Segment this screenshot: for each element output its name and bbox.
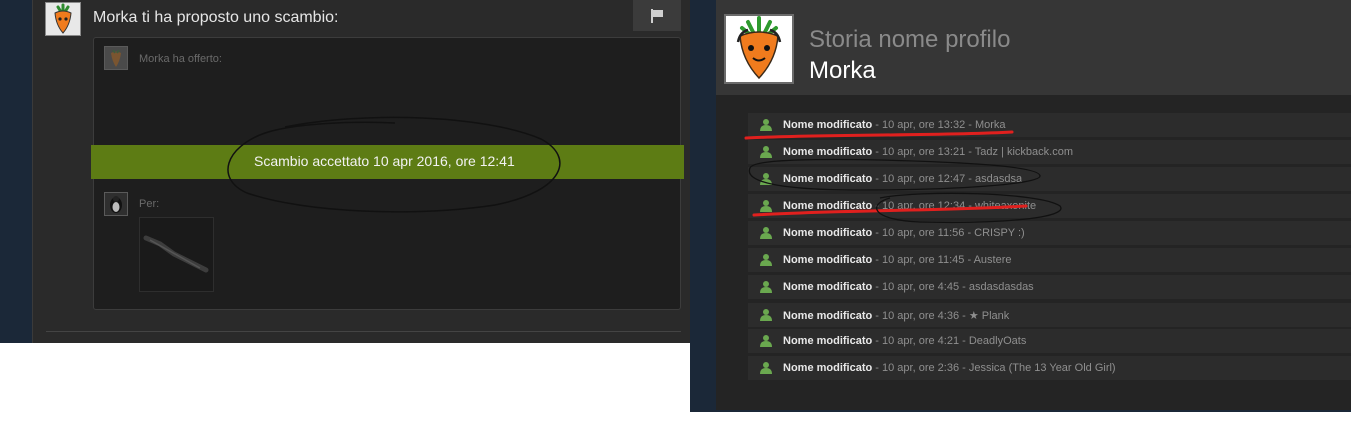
- carrot-avatar-icon: [736, 16, 782, 80]
- person-icon: [760, 309, 772, 321]
- history-entry: Nome modificato - 10 apr, ore 11:56 - CR…: [783, 227, 1025, 239]
- history-entry: Nome modificato - 10 apr, ore 4:21 - Dea…: [783, 335, 1027, 347]
- history-entry: Nome modificato - 10 apr, ore 12:34 - wh…: [783, 200, 1037, 212]
- history-entry: Nome modificato - 10 apr, ore 2:36 - Jes…: [783, 362, 1116, 374]
- history-entry: Nome modificato - 10 apr, ore 4:36 - ★ P…: [783, 310, 1010, 322]
- entry-name: asdasdsa: [974, 173, 1023, 185]
- entry-time: 10 apr, ore 4:36: [882, 310, 960, 322]
- recipient-small-avatar[interactable]: [104, 192, 128, 216]
- history-entry: Nome modificato - 10 apr, ore 13:32 - Mo…: [783, 119, 1006, 131]
- entry-name: DeadlyOats: [968, 335, 1027, 347]
- name-history-title: Storia nome profilo: [809, 26, 1011, 53]
- entry-name: Tadz | kickback.com: [974, 146, 1074, 158]
- entry-action: Nome modificato: [783, 281, 873, 293]
- item-thumbnail-icon: [143, 235, 209, 273]
- entry-name: Morka: [974, 119, 1006, 131]
- trade-accepted-status: Scambio accettato 10 apr 2016, ore 12:41: [254, 153, 515, 169]
- offer-title: Morka ti ha proposto uno scambio:: [93, 9, 339, 26]
- left-divider: [46, 331, 681, 332]
- person-icon: [760, 362, 772, 374]
- entry-action: Nome modificato: [783, 146, 873, 158]
- profile-avatar[interactable]: [724, 14, 794, 84]
- entry-time: 10 apr, ore 11:56: [882, 227, 965, 239]
- entry-action: Nome modificato: [783, 335, 873, 347]
- entry-action: Nome modificato: [783, 254, 873, 266]
- entry-name: whiteaxonite: [974, 200, 1037, 212]
- carrot-avatar-icon: [111, 49, 121, 67]
- entry-name: ★ Plank: [968, 310, 1010, 322]
- entry-action: Nome modificato: [783, 200, 873, 212]
- sender-avatar[interactable]: [45, 2, 81, 36]
- entry-action: Nome modificato: [783, 173, 873, 185]
- person-icon: [760, 335, 772, 347]
- entry-time: 10 apr, ore 12:47: [882, 173, 966, 185]
- entry-action: Nome modificato: [783, 362, 873, 374]
- entry-time: 10 apr, ore 11:45: [882, 254, 965, 266]
- person-icon: [760, 119, 772, 131]
- person-icon: [760, 227, 772, 239]
- entry-action: Nome modificato: [783, 310, 873, 322]
- history-entry: Nome modificato - 10 apr, ore 4:45 - asd…: [783, 281, 1034, 293]
- carrot-avatar-icon: [54, 3, 72, 34]
- for-label: Per:: [139, 198, 160, 210]
- history-entry: Nome modificato - 10 apr, ore 13:21 - Ta…: [783, 146, 1074, 158]
- penguin-avatar-icon: [110, 196, 122, 213]
- history-entry: Nome modificato - 10 apr, ore 12:47 - as…: [783, 173, 1023, 185]
- profile-current-name: Morka: [809, 57, 876, 84]
- entry-name: CRISPY :): [974, 227, 1025, 239]
- person-icon: [760, 281, 772, 293]
- entry-name: Jessica (The 13 Year Old Girl): [968, 362, 1116, 374]
- entry-name: asdasdasdas: [968, 281, 1034, 293]
- trade-item-slot[interactable]: [139, 217, 214, 292]
- person-icon: [760, 200, 772, 212]
- report-button[interactable]: [633, 0, 681, 31]
- entry-time: 10 apr, ore 2:36: [882, 362, 960, 374]
- history-entry: Nome modificato - 10 apr, ore 11:45 - Au…: [783, 254, 1012, 266]
- entry-action: Nome modificato: [783, 119, 873, 131]
- entry-time: 10 apr, ore 4:45: [882, 281, 960, 293]
- entry-name: Austere: [973, 254, 1012, 266]
- entry-action: Nome modificato: [783, 227, 873, 239]
- screenshot-composite: Morka ti ha proposto uno scambio: Morka …: [0, 0, 1351, 446]
- entry-time: 10 apr, ore 12:34: [882, 200, 966, 212]
- sender-small-avatar[interactable]: [104, 46, 128, 70]
- offered-label: Morka ha offerto:: [139, 53, 222, 65]
- entry-time: 10 apr, ore 4:21: [882, 335, 960, 347]
- person-icon: [760, 254, 772, 266]
- entry-time: 10 apr, ore 13:32: [882, 119, 966, 131]
- person-icon: [760, 146, 772, 158]
- flag-icon: [651, 8, 663, 23]
- person-icon: [760, 173, 772, 185]
- entry-time: 10 apr, ore 13:21: [882, 146, 966, 158]
